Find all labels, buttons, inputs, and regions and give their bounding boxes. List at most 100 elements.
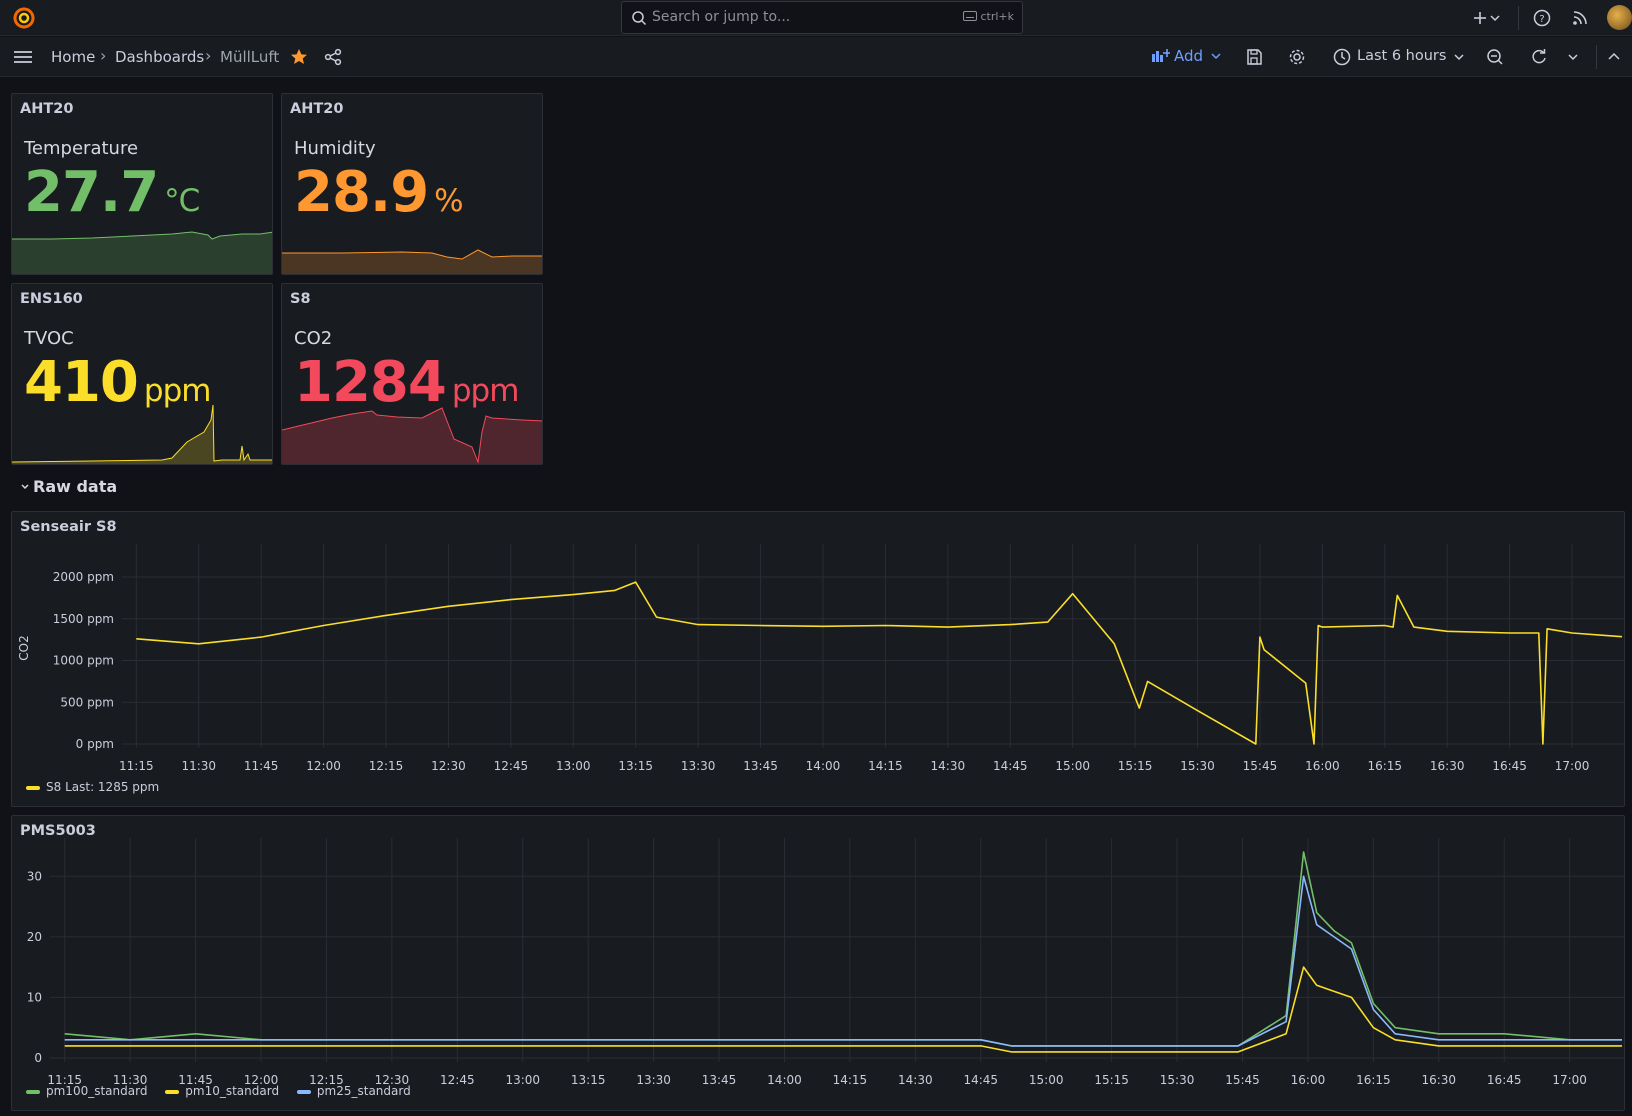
- series-line-S8: [136, 581, 1623, 745]
- x-tick-label: 14:45: [963, 1073, 998, 1087]
- x-tick-label: 16:45: [1487, 1073, 1522, 1087]
- x-tick-label: 15:15: [1118, 759, 1153, 773]
- breadcrumb-dashboards[interactable]: Dashboards: [115, 48, 204, 66]
- help-icon[interactable]: ?: [1532, 8, 1552, 28]
- panel-title: S8: [290, 291, 311, 307]
- x-tick-label: 11:30: [181, 759, 216, 773]
- x-tick-label: 16:30: [1421, 1073, 1456, 1087]
- breadcrumb-current: MüllLuft: [220, 48, 280, 66]
- humidity-sparkline: [282, 249, 542, 274]
- x-tick-label: 16:15: [1367, 759, 1402, 773]
- divider: [1518, 6, 1519, 30]
- x-tick-label: 13:00: [505, 1073, 540, 1087]
- x-tick-label: 14:30: [931, 759, 966, 773]
- stat-value: 27.7 °C: [24, 160, 200, 225]
- x-tick-label: 14:15: [868, 759, 903, 773]
- y-tick-label: 0 ppm: [76, 737, 114, 751]
- x-tick-label: 13:45: [743, 759, 778, 773]
- chevron-down-icon: [1211, 53, 1221, 60]
- x-tick-label: 16:45: [1492, 759, 1527, 773]
- legend-pm: pm100_standard pm10_standard pm25_standa…: [26, 1084, 411, 1098]
- settings-icon[interactable]: [1287, 47, 1307, 67]
- x-tick-label: 14:00: [767, 1073, 802, 1087]
- zoom-out-icon[interactable]: [1485, 47, 1505, 67]
- x-tick-label: 12:45: [440, 1073, 475, 1087]
- particulate-timeseries-chart[interactable]: 11:15 11:30 11:45 12:00 12:15 12:30 12:45 13:00…: [12, 838, 1625, 1098]
- clock-icon[interactable]: [1332, 47, 1352, 67]
- tvoc-stat-panel[interactable]: ENS160 TVOC 410 ppm: [11, 283, 273, 465]
- svg-text:?: ?: [1539, 14, 1544, 25]
- x-tick-label: 12:15: [369, 759, 404, 773]
- save-icon[interactable]: [1244, 47, 1264, 67]
- x-tick-label: 15:00: [1029, 1073, 1064, 1087]
- breadcrumb-separator: ›: [100, 46, 107, 65]
- divider: [1596, 45, 1597, 69]
- search-input[interactable]: Search or jump to... ctrl+k: [621, 1, 1023, 34]
- dashboard-nav-bar: Home › Dashboards › MüllLuft Add Last 6 …: [0, 37, 1632, 77]
- x-tick-label: 15:00: [1055, 759, 1090, 773]
- stat-label: Temperature: [24, 138, 139, 159]
- user-avatar[interactable]: [1607, 5, 1632, 30]
- time-range-picker[interactable]: Last 6 hours: [1357, 48, 1446, 64]
- breadcrumb-home[interactable]: Home: [51, 48, 95, 66]
- refresh-icon[interactable]: [1529, 47, 1549, 67]
- stat-label: CO2: [294, 328, 333, 349]
- co2-sparkline: [282, 407, 542, 464]
- y-tick-label: 1500 ppm: [53, 612, 114, 626]
- co2-stat-panel[interactable]: S8 CO2 1284 ppm: [281, 283, 543, 465]
- y-tick-label: 20: [27, 930, 42, 944]
- grafana-logo-icon[interactable]: [12, 6, 36, 30]
- chevron-down-icon[interactable]: [1452, 47, 1466, 67]
- x-tick-label: 12:00: [306, 759, 341, 773]
- chevron-down-icon: [21, 484, 29, 490]
- row-header-raw-data[interactable]: Raw data: [20, 477, 117, 496]
- x-tick-label: 16:00: [1291, 1073, 1326, 1087]
- x-tick-label: 15:30: [1180, 759, 1215, 773]
- add-panel-icon: [1152, 49, 1170, 62]
- search-icon: [632, 11, 647, 26]
- x-tick-label: 13:30: [636, 1073, 671, 1087]
- y-tick-label: 1000 ppm: [53, 654, 114, 668]
- legend-item-pm25[interactable]: pm25_standard: [296, 1084, 411, 1098]
- panel-title: Senseair S8: [20, 519, 117, 535]
- plus-icon[interactable]: [1470, 8, 1490, 28]
- news-feed-icon[interactable]: [1570, 8, 1590, 28]
- stat-label: Humidity: [294, 138, 376, 159]
- x-tick-label: 16:00: [1305, 759, 1340, 773]
- top-bar: Search or jump to... ctrl+k ?: [0, 0, 1632, 36]
- panel-title: PMS5003: [20, 823, 96, 839]
- search-placeholder: Search or jump to...: [652, 9, 791, 25]
- co2-timeseries-chart[interactable]: 11:15 11:30 11:45 12:00 12:15 12:30 12:45 13:00…: [12, 534, 1625, 804]
- shortcut-hint: ctrl+k: [963, 10, 1014, 23]
- star-icon[interactable]: [289, 47, 309, 67]
- temperature-stat-panel[interactable]: AHT20 Temperature 27.7 °C: [11, 93, 273, 275]
- legend-item-pm100[interactable]: pm100_standard: [26, 1084, 147, 1098]
- legend-swatch: [26, 785, 40, 790]
- legend-item-pm10[interactable]: pm10_standard: [165, 1084, 279, 1098]
- x-tick-label: 14:00: [806, 759, 841, 773]
- x-tick-label: 12:30: [431, 759, 466, 773]
- breadcrumb-separator: ›: [205, 46, 212, 65]
- senseair-s8-panel[interactable]: Senseair S8 11:15 11:30 11:45 12:00 12:15 12:…: [11, 511, 1625, 807]
- x-tick-label: 15:45: [1225, 1073, 1260, 1087]
- pms5003-panel[interactable]: PMS5003 11:15 11:30 11:45 12:00 12:15 12:30 12…: [11, 815, 1625, 1111]
- x-tick-label: 15:45: [1243, 759, 1278, 773]
- y-tick-label: 0: [34, 1051, 42, 1065]
- menu-icon[interactable]: [12, 47, 34, 67]
- panel-title: AHT20: [290, 101, 344, 117]
- x-tick-label: 11:45: [244, 759, 279, 773]
- humidity-stat-panel[interactable]: AHT20 Humidity 28.9%: [281, 93, 543, 275]
- legend-item-s8[interactable]: S8 Last: 1285 ppm: [26, 780, 159, 794]
- x-tick-label: 14:15: [833, 1073, 868, 1087]
- add-button[interactable]: Add: [1152, 47, 1222, 65]
- x-tick-label: 13:30: [681, 759, 716, 773]
- share-icon[interactable]: [323, 47, 343, 67]
- x-tick-label: 15:15: [1094, 1073, 1129, 1087]
- chevron-down-icon[interactable]: [1566, 47, 1580, 67]
- chevron-up-icon[interactable]: [1606, 47, 1622, 67]
- series-line-pm100_standard: [64, 851, 1622, 1047]
- chevron-down-icon[interactable]: [1488, 8, 1502, 28]
- y-tick-label: 500 ppm: [60, 695, 114, 709]
- x-tick-label: 11:15: [119, 759, 154, 773]
- x-tick-label: 13:00: [556, 759, 591, 773]
